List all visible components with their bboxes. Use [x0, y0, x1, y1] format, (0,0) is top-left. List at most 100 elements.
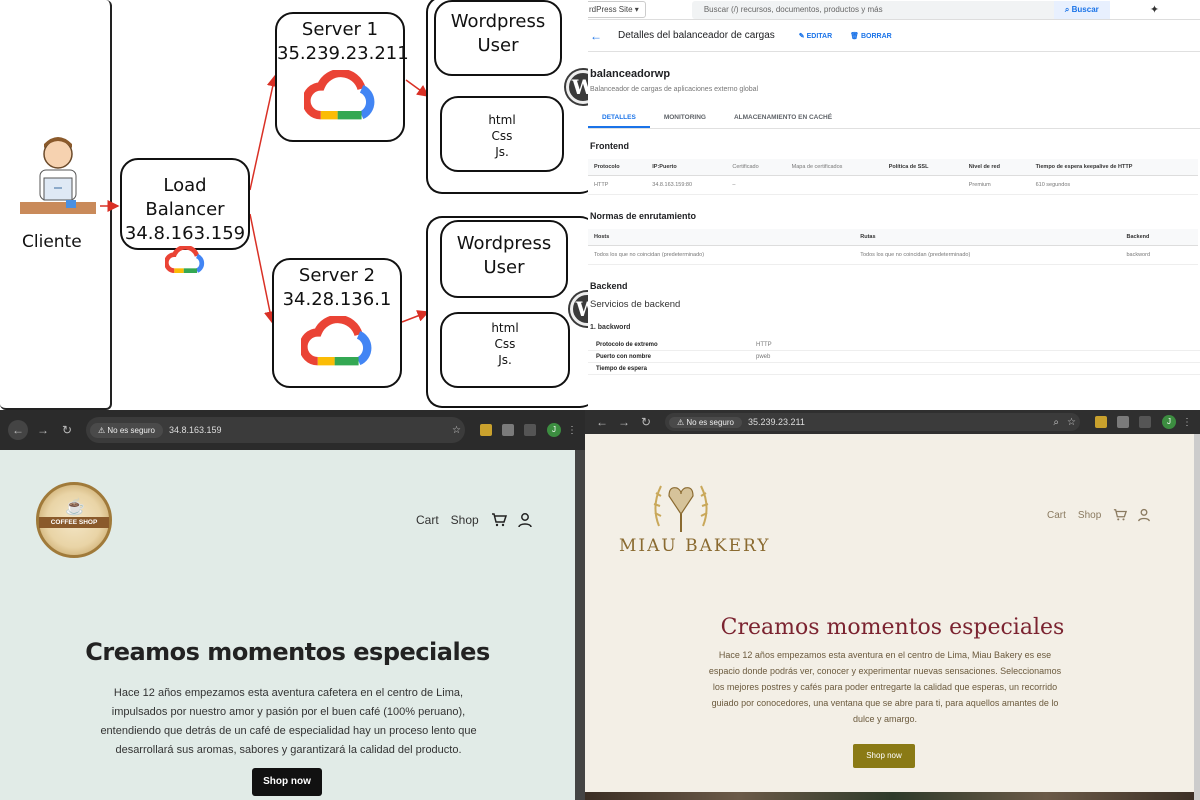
table-cell: [882, 175, 963, 195]
coffee-shop-logo[interactable]: ☕ COFFEE SHOP: [36, 482, 112, 558]
lb-description: Balanceador de cargas de aplicaciones ex…: [590, 86, 759, 93]
column-header: Política de SSL: [882, 159, 963, 176]
site-nav: Cart Shop: [416, 512, 533, 528]
insecure-badge[interactable]: ⚠ No es seguro: [90, 422, 163, 438]
cart-icon[interactable]: [491, 512, 507, 528]
column-header[interactable]: Protocolo: [588, 159, 647, 176]
table-cell: 34.8.163.159:80: [646, 175, 727, 195]
delete-button[interactable]: 🗑 BORRAR: [850, 32, 892, 40]
routing-heading: Normas de enrutamiento: [590, 211, 697, 221]
address-bar[interactable]: ⚠ No es seguro 34.8.163.159 ☆: [86, 417, 465, 443]
puzzle-icon[interactable]: [524, 424, 536, 436]
extension-icon[interactable]: [480, 424, 492, 436]
table-header-row: Hosts Rutas Backend: [588, 229, 1198, 246]
js-label: Js.: [498, 353, 512, 367]
routing-table: Hosts Rutas Backend Todos los que no coi…: [588, 229, 1198, 265]
url-text: 34.8.163.159: [169, 425, 222, 435]
back-arrow-icon[interactable]: ←: [8, 420, 28, 440]
reload-icon[interactable]: ↻: [58, 423, 76, 437]
property-row: Protocolo de extremo HTTP: [588, 339, 1200, 351]
backend-services-label: Servicios de backend: [590, 299, 681, 310]
table-cell: HTTP: [588, 175, 647, 195]
table-row: Todos los que no coincidan (predetermina…: [588, 245, 1198, 265]
column-header: Backend: [1120, 229, 1198, 246]
nav-shop-link[interactable]: Shop: [451, 513, 479, 527]
photo-strip: [585, 792, 1200, 800]
load-balancer-title: Load Balancer: [145, 175, 225, 220]
column-header: Nivel de red: [962, 159, 1030, 176]
address-bar[interactable]: ⚠ No es seguro 35.239.23.211 ⌕ ☆: [665, 413, 1080, 431]
extension-icon[interactable]: [1117, 416, 1129, 428]
server-1-title: Server 1: [301, 19, 379, 40]
lb-name: balanceadorwp: [590, 68, 671, 80]
shop-now-button[interactable]: Shop now: [252, 768, 322, 796]
html-label: html: [488, 113, 516, 127]
tab-detalles[interactable]: DETALLES: [588, 107, 650, 128]
backend-service-name: 1. backword: [590, 324, 631, 331]
table-cell: Todos los que no coincidan (predetermina…: [588, 245, 855, 265]
user-icon[interactable]: [1137, 508, 1151, 522]
js-label: Js.: [495, 145, 509, 159]
hero-title: Creamos momentos especiales: [85, 638, 490, 666]
hero-paragraph: Hace 12 años empezamos esta aventura caf…: [100, 687, 477, 756]
css-label: Css: [491, 129, 513, 143]
forward-arrow-icon[interactable]: →: [34, 423, 52, 437]
insecure-badge[interactable]: ⚠ No es seguro: [669, 416, 742, 428]
table-cell: [785, 175, 883, 195]
wordpress-label: Wordpress: [450, 11, 546, 32]
cart-icon[interactable]: [1113, 508, 1128, 522]
profile-avatar[interactable]: J: [1162, 415, 1176, 429]
bookmark-star-icon[interactable]: ☆: [452, 425, 461, 436]
frontend-heading: Frontend: [590, 141, 629, 151]
bookmark-star-icon[interactable]: ☆: [1067, 417, 1076, 428]
tab-bar: DETALLES MONITORING ALMACENAMIENTO EN CA…: [588, 107, 1200, 129]
property-row: Puerto con nombre pweb: [588, 351, 1200, 363]
menu-dots-icon[interactable]: ⋮: [567, 425, 577, 436]
nav-cart-link[interactable]: Cart: [416, 513, 439, 527]
gemini-spark-icon[interactable]: ✦: [1150, 3, 1159, 16]
puzzle-icon[interactable]: [1139, 416, 1151, 428]
tab-cache[interactable]: ALMACENAMIENTO EN CACHÉ: [720, 107, 846, 128]
shop-now-button[interactable]: Shop now: [853, 744, 915, 768]
reload-icon[interactable]: ↻: [637, 415, 655, 429]
table-cell: Todos los que no coincidan (predetermina…: [854, 245, 1121, 265]
google-cloud-icon: [304, 70, 375, 120]
load-balancer-ip: 34.8.163.159: [124, 223, 246, 244]
search-input[interactable]: Buscar (/) recursos, documentos, product…: [691, 0, 1054, 19]
zoom-icon[interactable]: ⌕: [1053, 417, 1059, 428]
table-header-row: Protocolo IP:Puerto Certificado Mapa de …: [588, 159, 1198, 176]
table-cell: 610 segundos: [1029, 175, 1198, 195]
back-arrow-icon[interactable]: ←: [590, 29, 602, 43]
nav-cart-link[interactable]: Cart: [1047, 510, 1066, 521]
project-selector[interactable]: rdPress Site ▾: [588, 1, 646, 18]
extension-icon[interactable]: [1095, 416, 1107, 428]
load-balancer-box: Load Balancer 34.8.163.159: [120, 158, 250, 273]
page-title: Detalles del balanceador de cargas: [618, 30, 775, 41]
table-cell: –: [726, 175, 786, 195]
extension-icon[interactable]: [502, 424, 514, 436]
back-arrow-icon[interactable]: ←: [593, 415, 611, 429]
wordpress-user-box-1: Wordpress User: [434, 0, 562, 76]
logo-text: COFFEE SHOP: [39, 517, 109, 528]
search-button[interactable]: ⌕ Buscar: [1053, 0, 1110, 19]
table-cell: backword: [1120, 245, 1198, 265]
column-header: Mapa de certificados: [785, 159, 883, 176]
bakery-logo-icon[interactable]: [649, 476, 713, 536]
forward-arrow-icon[interactable]: →: [615, 415, 633, 429]
wordpress-label: Wordpress: [456, 233, 552, 254]
coffee-shop-browser: ← → ↻ ⚠ No es seguro 34.8.163.159 ☆ J ⋮ …: [0, 410, 585, 800]
edit-button[interactable]: ✎ EDITAR: [799, 32, 832, 40]
architecture-diagram: Cliente Load Balancer 34.8.163.159 Serve…: [0, 0, 588, 410]
column-header: Tiempo de espera keepalive de HTTP: [1029, 159, 1198, 176]
scrollbar[interactable]: [1194, 434, 1200, 800]
tab-monitoring[interactable]: MONITORING: [650, 107, 720, 128]
html-label: html: [491, 321, 519, 335]
table-cell: Premium: [962, 175, 1030, 195]
column-header[interactable]: Hosts: [588, 229, 855, 246]
scrollbar[interactable]: [575, 450, 585, 800]
profile-avatar[interactable]: J: [547, 423, 561, 437]
user-icon[interactable]: [517, 512, 533, 528]
menu-dots-icon[interactable]: ⋮: [1182, 417, 1192, 428]
backend-heading: Backend: [590, 281, 628, 291]
nav-shop-link[interactable]: Shop: [1078, 510, 1101, 521]
